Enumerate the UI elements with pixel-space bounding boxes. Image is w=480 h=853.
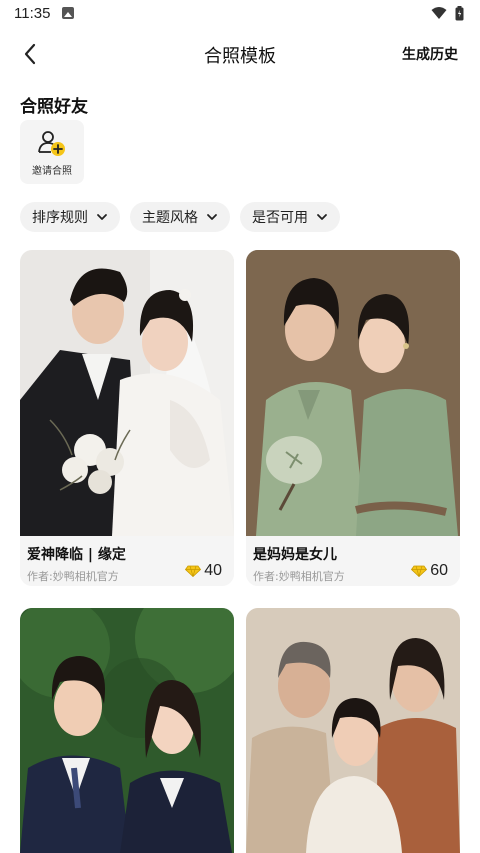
filter-label: 排序规则 bbox=[32, 210, 88, 226]
status-time: 11:35 bbox=[14, 4, 51, 22]
template-photo-mother-daughter bbox=[246, 250, 460, 536]
filter-theme-style[interactable]: 主题风格 bbox=[130, 202, 230, 232]
template-photo-wedding bbox=[20, 250, 234, 536]
add-friend-icon bbox=[38, 131, 65, 156]
invite-label: 邀请合照 bbox=[32, 166, 72, 177]
filter-bar: 排序规则 主题风格 是否可用 bbox=[20, 202, 340, 232]
filter-label: 主题风格 bbox=[142, 210, 198, 226]
chevron-down-icon bbox=[207, 214, 217, 220]
template-photo-school bbox=[20, 608, 234, 853]
template-info: 是妈妈是女儿 作者:妙鸭相机官方 60 bbox=[246, 536, 460, 586]
template-price-value: 60 bbox=[430, 562, 448, 579]
wifi-icon bbox=[431, 7, 447, 19]
chevron-down-icon bbox=[317, 214, 327, 220]
template-name: 是妈妈是女儿 bbox=[253, 547, 337, 563]
diamond-icon bbox=[411, 565, 428, 577]
filter-sort-rule[interactable]: 排序规则 bbox=[20, 202, 120, 232]
generation-history-button[interactable]: 生成历史 bbox=[402, 44, 458, 64]
template-price: 60 bbox=[411, 562, 448, 580]
template-name: 爱神降临 | 缘定 bbox=[27, 547, 126, 563]
template-card[interactable]: 爱神降临 | 缘定 作者:妙鸭相机官方 40 bbox=[20, 250, 234, 586]
template-price-value: 40 bbox=[204, 562, 222, 579]
filter-availability[interactable]: 是否可用 bbox=[240, 202, 340, 232]
status-bar: 11:35 bbox=[0, 0, 480, 26]
template-photo-family bbox=[246, 608, 460, 853]
gallery-notification-icon bbox=[62, 7, 75, 19]
template-card[interactable] bbox=[246, 608, 460, 853]
app-header: 合照模板 生成历史 bbox=[0, 30, 480, 78]
template-card[interactable] bbox=[20, 608, 234, 853]
filter-label: 是否可用 bbox=[252, 210, 308, 226]
chevron-down-icon bbox=[97, 214, 107, 220]
battery-icon bbox=[455, 5, 464, 20]
friends-section-title: 合照好友 bbox=[20, 97, 88, 117]
template-info: 爱神降临 | 缘定 作者:妙鸭相机官方 40 bbox=[20, 536, 234, 586]
template-card[interactable]: 是妈妈是女儿 作者:妙鸭相机官方 60 bbox=[246, 250, 460, 586]
diamond-icon bbox=[185, 565, 202, 577]
invite-group-photo-button[interactable]: 邀请合照 bbox=[20, 120, 84, 184]
template-price: 40 bbox=[185, 562, 222, 580]
